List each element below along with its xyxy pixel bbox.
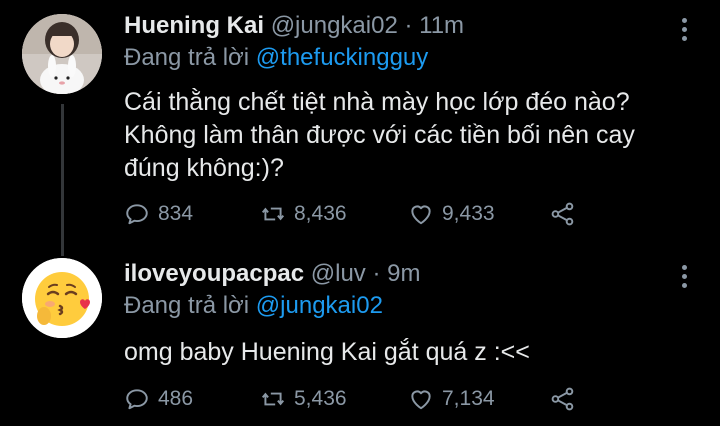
retweet-icon [261, 392, 285, 406]
user-handle[interactable]: @jungkai02 [271, 12, 398, 39]
share-button[interactable] [550, 386, 584, 412]
reply-icon [126, 389, 148, 410]
like-count: 9,433 [442, 202, 495, 225]
like-button[interactable]: 9,433 [408, 201, 495, 227]
timestamp[interactable]: · 9m [372, 260, 420, 287]
user-handle[interactable]: @luv [311, 260, 366, 287]
tweet-actions: 834 8,436 9,433 [124, 201, 594, 231]
replying-to: Đang trả lời @thefuckingguy [124, 44, 428, 72]
retweet-count: 5,436 [294, 387, 347, 410]
display-name[interactable]: iloveyoupacpac [124, 260, 304, 287]
replying-to-handle[interactable]: @jungkai02 [256, 292, 383, 319]
avatar[interactable] [22, 14, 102, 94]
display-name[interactable]: Huening Kai [124, 12, 264, 39]
tweet-text-line: Cái thằng chết tiệt nhà mày học lớp đéo … [124, 88, 630, 116]
retweet-button[interactable]: 8,436 [260, 201, 347, 227]
reply-button[interactable]: 834 [124, 201, 193, 227]
like-button[interactable]: 7,134 [408, 386, 495, 412]
more-options-icon[interactable] [682, 18, 688, 45]
tweet-actions: 486 5,436 7,134 [124, 386, 594, 416]
tweet-text-line: omg baby Huening Kai gắt quá z :<< [124, 338, 530, 366]
share-icon [551, 202, 574, 226]
replying-to-label: Đang trả lời [124, 292, 250, 319]
tweet-text-line: đúng không:)? [124, 154, 284, 182]
replying-to: Đang trả lời @jungkai02 [124, 292, 383, 320]
tweet-header: Huening Kai @jungkai02 · 11m [124, 12, 464, 40]
share-icon [551, 387, 574, 411]
heart-icon [411, 205, 431, 225]
reply-count: 834 [158, 202, 194, 225]
share-button[interactable] [550, 201, 584, 227]
avatar[interactable] [22, 258, 102, 338]
reply-button[interactable]: 486 [124, 386, 193, 412]
more-options-icon[interactable] [682, 265, 688, 292]
replying-to-handle[interactable]: @thefuckingguy [256, 44, 428, 71]
tweet-header: iloveyoupacpac @luv · 9m [124, 260, 420, 288]
tweet-text: Cái thằng chết tiệt nhà mày học lớp đéo … [124, 86, 704, 185]
heart-icon [411, 390, 431, 410]
tweet-text-line: Không làm thân được với các tiền bối nên… [124, 121, 635, 149]
like-count: 7,134 [442, 387, 495, 410]
retweet-icon [261, 207, 285, 221]
replying-to-label: Đang trả lời [124, 44, 250, 71]
tweet-text: omg baby Huening Kai gắt quá z :<< [124, 336, 704, 369]
retweet-button[interactable]: 5,436 [260, 386, 347, 412]
reply-icon [126, 204, 148, 225]
retweet-count: 8,436 [294, 202, 347, 225]
tweet-2[interactable]: iloveyoupacpac @luv · 9m Đang trả lời @j… [0, 250, 720, 426]
timestamp[interactable]: · 11m [404, 12, 464, 39]
kissing-face-emoji [22, 258, 102, 338]
reply-count: 486 [158, 387, 194, 410]
tweet-1[interactable]: Huening Kai @jungkai02 · 11m Đang trả lờ… [0, 0, 720, 250]
